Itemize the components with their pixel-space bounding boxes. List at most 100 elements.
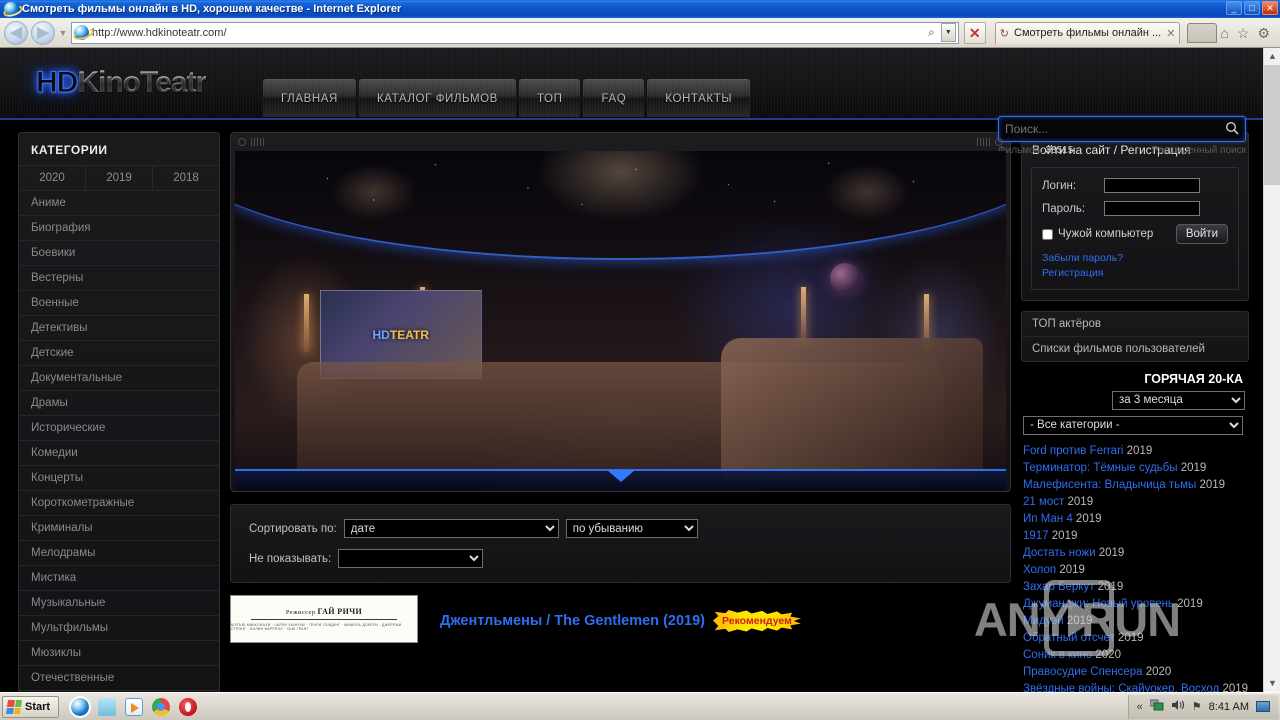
- chrome-icon[interactable]: [152, 697, 171, 716]
- new-tab-button[interactable]: [1187, 22, 1218, 43]
- ie-icon[interactable]: [69, 695, 92, 718]
- search-icon[interactable]: [1225, 121, 1239, 138]
- scrollbar-thumb[interactable]: [1264, 65, 1280, 185]
- hot-list-link[interactable]: Обратный отсчет: [1023, 632, 1115, 644]
- stop-button[interactable]: ✕: [963, 21, 986, 44]
- hot-list-link[interactable]: Малефисента: Владычица тьмы: [1023, 479, 1196, 491]
- show-desktop-icon[interactable]: [1256, 701, 1270, 712]
- scroll-up-arrow-icon[interactable]: ▲: [1264, 48, 1280, 65]
- close-window-button[interactable]: ✕: [1262, 1, 1278, 15]
- hot-list-link[interactable]: 1917: [1023, 530, 1049, 542]
- category-link[interactable]: Мистика: [19, 565, 219, 590]
- movie-poster[interactable]: Режиссер ГАЙ РИЧИ МЭТЬЮ МАККОНАХИ · ЧАРЛ…: [230, 595, 418, 643]
- address-bar[interactable]: http://www.hdkinoteatr.com/ ⌕ ▼: [71, 21, 959, 44]
- hot-list-link[interactable]: Ип Ман 4: [1023, 513, 1073, 525]
- back-button[interactable]: ◀: [4, 20, 28, 45]
- hot-list-link[interactable]: Терминатор: Тёмные судьбы: [1023, 462, 1178, 474]
- nav-item-faq[interactable]: FAQ: [583, 79, 645, 117]
- category-link[interactable]: Комедии: [19, 440, 219, 465]
- user-movie-lists-link[interactable]: Списки фильмов пользователей: [1022, 336, 1248, 361]
- home-icon[interactable]: ⌂: [1220, 26, 1228, 40]
- login-input[interactable]: [1104, 178, 1200, 193]
- flag-icon[interactable]: ⚑: [1192, 700, 1202, 713]
- browser-tab[interactable]: ↻ Смотреть фильмы онлайн ... ✕: [994, 21, 1181, 44]
- hot-period-select[interactable]: за 3 месяца: [1112, 390, 1245, 410]
- nav-item-home[interactable]: ГЛАВНАЯ: [263, 79, 356, 117]
- search-input[interactable]: [1005, 122, 1225, 136]
- category-link[interactable]: Военные: [19, 290, 219, 315]
- sort-by-select[interactable]: дате: [343, 519, 559, 538]
- minimize-button[interactable]: _: [1226, 1, 1242, 15]
- category-link[interactable]: Мюзиклы: [19, 640, 219, 665]
- folder-icon[interactable]: [98, 697, 117, 716]
- windows-taskbar: Start « ⚑ 8:41 AM: [0, 692, 1280, 720]
- media-player-icon[interactable]: [125, 697, 144, 716]
- hot-list-link[interactable]: Джуманджи: Новый уровень: [1023, 598, 1174, 610]
- hot-period-row: за 3 месяца: [1021, 390, 1249, 410]
- address-dropdown-icon[interactable]: ▼: [940, 23, 956, 42]
- category-link[interactable]: Детские: [19, 340, 219, 365]
- tray-expand-icon[interactable]: «: [1137, 701, 1143, 713]
- category-link[interactable]: Детективы: [19, 315, 219, 340]
- network-icon[interactable]: [1149, 699, 1164, 714]
- hot-list-link[interactable]: Захар Беркут: [1023, 581, 1094, 593]
- category-link[interactable]: Концерты: [19, 465, 219, 490]
- movie-title-link[interactable]: Джентльмены / The Gentlemen (2019): [440, 613, 705, 629]
- opera-icon[interactable]: [179, 697, 198, 716]
- taskbar-clock[interactable]: 8:41 AM: [1209, 701, 1249, 713]
- category-link[interactable]: Документальные: [19, 365, 219, 390]
- hot-list-link[interactable]: Ford против Ferrari: [1023, 445, 1123, 457]
- recent-pages-chevron-icon[interactable]: ▼: [58, 28, 68, 38]
- login-button[interactable]: Войти: [1175, 224, 1228, 244]
- hot-category-select[interactable]: - Все категории -: [1023, 415, 1243, 435]
- sort-order-select[interactable]: по убыванию: [565, 519, 698, 538]
- hot-list-link[interactable]: Соник в кино: [1023, 649, 1092, 661]
- forgot-password-link[interactable]: Забыли пароль?: [1042, 252, 1228, 264]
- favorites-star-icon[interactable]: ☆: [1237, 26, 1250, 40]
- start-button[interactable]: Start: [2, 695, 60, 718]
- category-link[interactable]: Криминалы: [19, 515, 219, 540]
- volume-icon[interactable]: [1171, 699, 1185, 714]
- category-link[interactable]: Короткометражные: [19, 490, 219, 515]
- search-box[interactable]: [998, 116, 1246, 142]
- year-filter-2019[interactable]: 2019: [86, 166, 153, 190]
- tab-close-icon[interactable]: ✕: [1166, 27, 1175, 40]
- category-link[interactable]: Биография: [19, 215, 219, 240]
- nav-item-contacts[interactable]: КОНТАКТЫ: [647, 79, 751, 117]
- hot-list-link[interactable]: Холоп: [1023, 564, 1056, 576]
- hot-list-link[interactable]: Мидуэй: [1023, 615, 1064, 627]
- hide-select[interactable]: [338, 549, 484, 568]
- year-filter-2020[interactable]: 2020: [19, 166, 86, 190]
- year-filter-2018[interactable]: 2018: [153, 166, 219, 190]
- address-search-icon[interactable]: ⌕: [925, 25, 938, 40]
- hot-list-year: 2019: [1196, 478, 1226, 491]
- category-link[interactable]: Отечественные: [19, 665, 219, 690]
- category-link[interactable]: Вестерны: [19, 265, 219, 290]
- nav-item-top[interactable]: ТОП: [518, 79, 581, 117]
- forward-button[interactable]: ▶: [31, 20, 55, 45]
- hot-list-link[interactable]: Достать ножи: [1023, 547, 1096, 559]
- advanced-search-link[interactable]: Расширенный поиск: [1152, 145, 1246, 156]
- page-scrollbar[interactable]: ▲ ▼: [1263, 48, 1280, 692]
- foreign-pc-checkbox[interactable]: [1042, 228, 1053, 240]
- site-logo[interactable]: HDKinoTeatr: [35, 66, 207, 100]
- poster-divider: [251, 619, 397, 620]
- top-actors-link[interactable]: ТОП актёров: [1022, 312, 1248, 336]
- hot-list-link[interactable]: Звёздные войны: Скайуокер. Восход: [1023, 683, 1219, 693]
- category-link[interactable]: Аниме: [19, 190, 219, 215]
- hot-list-link[interactable]: Правосудие Спенсера: [1023, 666, 1143, 678]
- hot-list-link[interactable]: 21 мост: [1023, 496, 1064, 508]
- maximize-button[interactable]: □: [1244, 1, 1260, 15]
- category-link[interactable]: Боевики: [19, 240, 219, 265]
- category-link[interactable]: Исторические: [19, 415, 219, 440]
- register-link[interactable]: Регистрация: [1042, 267, 1228, 279]
- category-link[interactable]: Драмы: [19, 390, 219, 415]
- tools-gear-icon[interactable]: ⚙: [1257, 26, 1270, 40]
- home-theater-banner-image[interactable]: HDTEATR: [235, 151, 1006, 491]
- category-link[interactable]: Мелодрамы: [19, 540, 219, 565]
- category-link[interactable]: Мультфильмы: [19, 615, 219, 640]
- category-link[interactable]: Музыкальные: [19, 590, 219, 615]
- nav-item-catalog[interactable]: КАТАЛОГ ФИЛЬМОВ: [358, 79, 516, 117]
- scroll-down-arrow-icon[interactable]: ▼: [1264, 675, 1280, 692]
- password-input[interactable]: [1104, 201, 1200, 216]
